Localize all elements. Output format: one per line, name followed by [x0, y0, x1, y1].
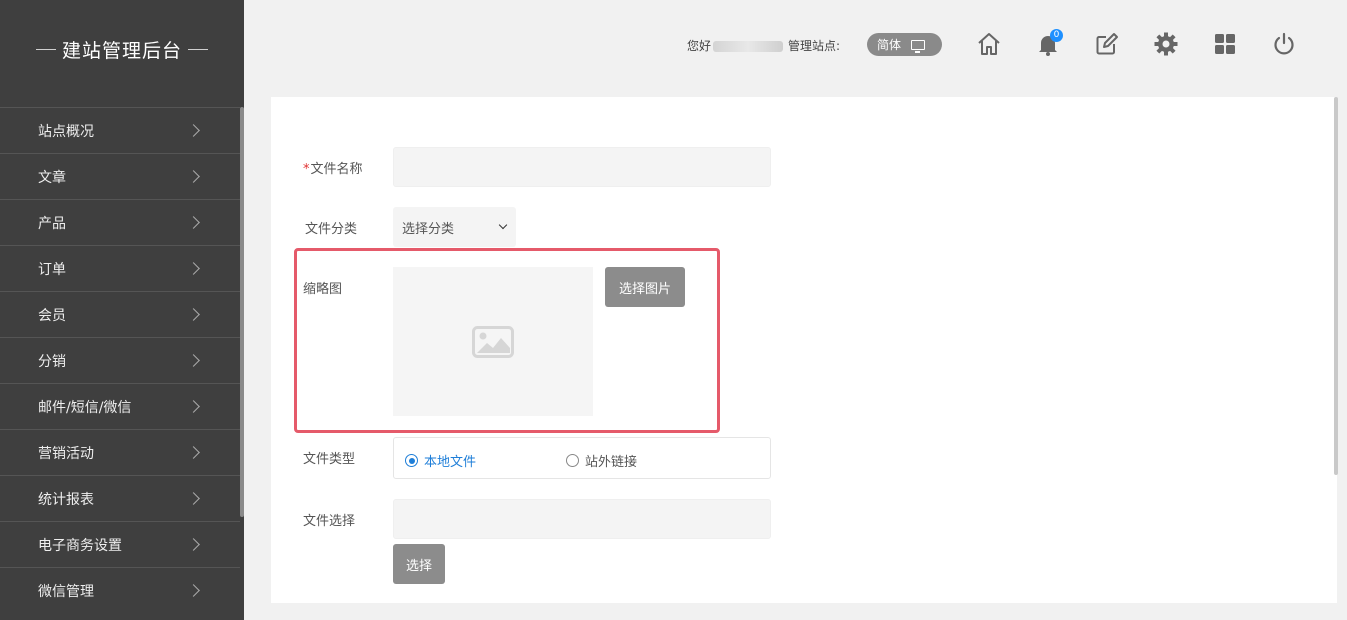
- sidebar-item-articles[interactable]: 文章: [0, 153, 240, 199]
- sidebar-item-label: 订单: [38, 261, 66, 278]
- file-name-input[interactable]: [393, 147, 771, 187]
- file-name-label: *文件名称: [303, 158, 363, 177]
- greeting-text: 您好: [687, 39, 712, 53]
- sidebar: 建站管理后台 站点概况 文章 产品 订单 会员 分销 邮件/短信/微信 营销活动…: [0, 0, 244, 620]
- radio-local-file[interactable]: 本地文件: [405, 451, 476, 470]
- sidebar-item-reports[interactable]: 统计报表: [0, 475, 240, 521]
- sidebar-item-ecommerce-settings[interactable]: 电子商务设置: [0, 521, 240, 567]
- sidebar-item-members[interactable]: 会员: [0, 291, 240, 337]
- sidebar-item-wechat[interactable]: 微信管理: [0, 567, 240, 613]
- sidebar-item-label: 电子商务设置: [38, 537, 122, 554]
- chevron-right-icon: [187, 262, 200, 275]
- language-label: 简体: [877, 38, 902, 52]
- category-label: 文件分类: [305, 222, 358, 237]
- title-dash-left: [35, 48, 56, 50]
- required-mark: *: [303, 162, 310, 177]
- monitor-icon: [911, 39, 926, 53]
- power-icon[interactable]: [1269, 29, 1299, 59]
- sidebar-item-messaging[interactable]: 邮件/短信/微信: [0, 383, 240, 429]
- app-title: 建站管理后台: [61, 39, 182, 62]
- sidebar-item-orders[interactable]: 订单: [0, 245, 240, 291]
- sidebar-item-label: 邮件/短信/微信: [38, 399, 132, 416]
- thumbnail-placeholder[interactable]: [393, 267, 593, 416]
- notification-badge: 0: [1050, 29, 1063, 42]
- bell-icon[interactable]: 0: [1033, 29, 1063, 59]
- chevron-right-icon: [187, 308, 200, 321]
- image-placeholder-icon: [472, 325, 514, 358]
- chevron-right-icon: [187, 400, 200, 413]
- sidebar-item-label: 文章: [38, 169, 66, 186]
- chevron-right-icon: [187, 584, 200, 597]
- sidebar-item-label: 分销: [38, 353, 66, 370]
- radio-external-link-label: 站外链接: [585, 455, 638, 470]
- radio-local-file-label: 本地文件: [424, 455, 477, 470]
- file-name-label-text: 文件名称: [310, 162, 363, 177]
- thumbnail-label: 缩略图: [303, 282, 343, 297]
- sidebar-item-marketing[interactable]: 营销活动: [0, 429, 240, 475]
- chevron-right-icon: [187, 170, 200, 183]
- sidebar-item-label: 产品: [38, 215, 66, 232]
- gear-icon[interactable]: [1151, 29, 1181, 59]
- sidebar-item-distribution[interactable]: 分销: [0, 337, 240, 383]
- chevron-right-icon: [187, 216, 200, 229]
- sidebar-item-products[interactable]: 产品: [0, 199, 240, 245]
- sidebar-scrollbar[interactable]: [240, 107, 244, 517]
- chevron-down-icon: [498, 220, 508, 230]
- choose-image-button[interactable]: 选择图片: [605, 267, 685, 307]
- chevron-right-icon: [187, 446, 200, 459]
- username-redacted: [713, 41, 784, 52]
- home-icon[interactable]: [974, 29, 1004, 59]
- chevron-right-icon: [187, 492, 200, 505]
- title-dash-right: [188, 48, 208, 50]
- category-selected-value: 选择分类: [402, 221, 455, 237]
- choose-file-button[interactable]: 选择: [393, 544, 445, 584]
- content-scrollbar[interactable]: [1334, 97, 1338, 475]
- file-select-input[interactable]: [393, 499, 771, 539]
- language-switch-button[interactable]: 简体: [867, 33, 942, 56]
- grid-icon[interactable]: [1210, 29, 1240, 59]
- file-select-label: 文件选择: [303, 514, 356, 529]
- top-bar: 您好 管理站点: 简体 0: [244, 0, 1347, 90]
- file-type-label: 文件类型: [303, 452, 356, 467]
- sidebar-item-label: 微信管理: [38, 583, 94, 600]
- sidebar-item-label: 站点概况: [38, 123, 94, 140]
- sidebar-item-site-overview[interactable]: 站点概况: [0, 107, 240, 153]
- chevron-right-icon: [187, 124, 200, 137]
- sidebar-item-label: 统计报表: [38, 491, 94, 508]
- edit-icon[interactable]: [1092, 29, 1122, 59]
- user-greeting: 您好: [687, 37, 784, 54]
- sidebar-item-label: 会员: [38, 307, 66, 324]
- radio-dot: [566, 454, 579, 467]
- brand-title-block: 建站管理后台: [0, 0, 244, 98]
- chevron-right-icon: [187, 354, 200, 367]
- chevron-right-icon: [187, 538, 200, 551]
- radio-dot-selected: [405, 454, 418, 467]
- managed-site-label: 管理站点:: [788, 39, 841, 53]
- file-type-radio-group: 本地文件 站外链接: [393, 437, 771, 479]
- sidebar-menu: 站点概况 文章 产品 订单 会员 分销 邮件/短信/微信 营销活动 统计报表 电…: [0, 107, 240, 613]
- sidebar-item-label: 营销活动: [38, 445, 94, 462]
- radio-external-link[interactable]: 站外链接: [566, 451, 637, 470]
- category-select[interactable]: 选择分类: [393, 207, 516, 247]
